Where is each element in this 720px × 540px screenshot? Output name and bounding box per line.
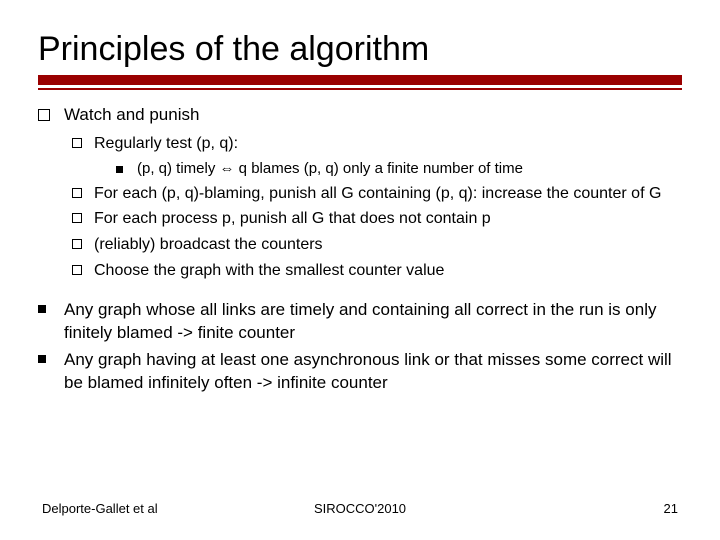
hollow-square-icon xyxy=(72,265,82,275)
filled-square-icon xyxy=(38,305,46,313)
content: Watch and punish Regularly test (p, q): … xyxy=(38,104,682,395)
text: For each process p, punish all G that do… xyxy=(94,208,491,230)
bullet-l3: (p, q) timely ⇔ q blames (p, q) only a f… xyxy=(116,159,682,179)
filled-square-icon xyxy=(116,166,123,173)
hollow-square-icon xyxy=(38,109,50,121)
bullet-l2: Choose the graph with the smallest count… xyxy=(72,260,682,282)
bullet-l2: For each (p, q)-blaming, punish all G co… xyxy=(72,183,682,205)
footer-center: SIROCCO'2010 xyxy=(254,501,466,516)
slide: Principles of the algorithm Watch and pu… xyxy=(0,0,720,540)
footer-right: 21 xyxy=(466,501,678,516)
slide-title: Principles of the algorithm xyxy=(38,30,682,69)
bullet-l1: Watch and punish xyxy=(38,104,682,127)
text: Watch and punish xyxy=(64,104,199,127)
text: Any graph having at least one asynchrono… xyxy=(64,349,682,395)
title-rule xyxy=(38,75,682,90)
footer: Delporte-Gallet et al SIROCCO'2010 21 xyxy=(0,501,720,516)
text: Choose the graph with the smallest count… xyxy=(94,260,444,282)
bullet-l2: Regularly test (p, q): xyxy=(72,133,682,155)
text: (p, q) timely ⇔ q blames (p, q) only a f… xyxy=(137,159,523,179)
bullet-l2: For each process p, punish all G that do… xyxy=(72,208,682,230)
text: (reliably) broadcast the counters xyxy=(94,234,323,256)
bullet-l1-solid: Any graph whose all links are timely and… xyxy=(38,299,682,345)
hollow-square-icon xyxy=(72,213,82,223)
bullet-l1-solid: Any graph having at least one asynchrono… xyxy=(38,349,682,395)
bullet-l2: (reliably) broadcast the counters xyxy=(72,234,682,256)
filled-square-icon xyxy=(38,355,46,363)
hollow-square-icon xyxy=(72,138,82,148)
text: Regularly test (p, q): xyxy=(94,133,238,155)
footer-left: Delporte-Gallet et al xyxy=(42,501,254,516)
hollow-square-icon xyxy=(72,188,82,198)
text: For each (p, q)-blaming, punish all G co… xyxy=(94,183,661,205)
hollow-square-icon xyxy=(72,239,82,249)
text: Any graph whose all links are timely and… xyxy=(64,299,682,345)
